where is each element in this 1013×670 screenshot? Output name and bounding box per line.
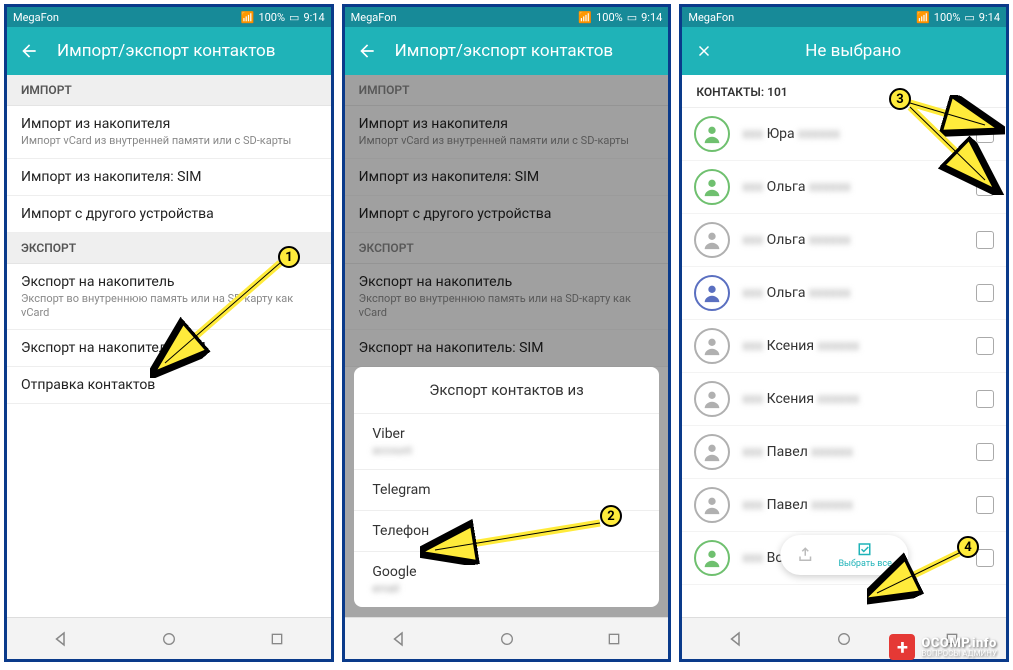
avatar-icon [694, 328, 730, 364]
close-icon[interactable] [694, 41, 714, 61]
annotation-marker-3: 3 [889, 88, 911, 110]
nav-home-icon[interactable] [149, 625, 189, 653]
clock-label: 9:14 [979, 11, 1000, 24]
contact-checkbox[interactable] [976, 496, 994, 514]
contact-checkbox[interactable] [976, 337, 994, 355]
contact-row[interactable]: xxx Павел xxxxxx [682, 479, 1006, 532]
status-bar: MegaFon 📶 100% ▭ 9:14 [7, 7, 331, 27]
watermark-plus-icon: + [889, 634, 915, 660]
avatar-icon [694, 275, 730, 311]
carrier-label: MegaFon [688, 11, 734, 24]
status-bar: MegaFon 📶 100% ▭ 9:14 [345, 7, 669, 27]
contact-row[interactable]: xxx Ксения xxxxxx [682, 320, 1006, 373]
contact-row[interactable]: xxx Ольга xxxxxx [682, 214, 1006, 267]
battery-icon: ▭ [289, 11, 299, 24]
avatar-icon [694, 540, 730, 576]
signal-icon: 📶 [578, 11, 592, 24]
signal-icon: 📶 [916, 11, 930, 24]
avatar-icon [694, 116, 730, 152]
contact-row[interactable]: xxx Павел xxxxxx [682, 426, 1006, 479]
dialog-option-viber[interactable]: Viber account [354, 414, 658, 470]
avatar-icon [694, 487, 730, 523]
battery-icon: ▭ [964, 11, 974, 24]
page-title: Импорт/экспорт контактов [57, 41, 275, 61]
back-arrow-icon[interactable] [357, 41, 377, 61]
nav-back-icon[interactable] [716, 625, 756, 653]
dialog-title: Экспорт контактов из [354, 367, 658, 414]
system-nav-bar [7, 617, 331, 659]
avatar-icon [694, 222, 730, 258]
contact-name-label: xxx Ксения xxxxxx [742, 391, 976, 407]
section-header-import: ИМПОРТ [7, 75, 331, 106]
row-import-sim[interactable]: Импорт из накопителя: SIM [7, 159, 331, 196]
nav-recent-icon[interactable] [257, 625, 297, 653]
nav-back-icon[interactable] [41, 625, 81, 653]
contact-name-label: xxx Ольга xxxxxx [742, 232, 976, 248]
watermark-line2: ВОПРОСЫ АДМИНУ [921, 650, 997, 658]
contact-name-label: xxx Ксения xxxxxx [742, 338, 976, 354]
clock-label: 9:14 [303, 11, 324, 24]
contact-row[interactable]: xxx Ольга xxxxxx [682, 267, 1006, 320]
signal-icon: 📶 [241, 11, 255, 24]
annotation-arrow-2 [420, 515, 610, 565]
battery-label: 100% [258, 11, 285, 24]
system-nav-bar [345, 617, 669, 659]
battery-icon: ▭ [627, 11, 637, 24]
share-icon[interactable] [796, 546, 814, 564]
avatar-icon [694, 434, 730, 470]
annotation-marker-2: 2 [600, 505, 622, 527]
avatar-icon [694, 169, 730, 205]
contact-name-label: xxx Ольга xxxxxx [742, 285, 976, 301]
watermark: + OCOMP.info ВОПРОСЫ АДМИНУ [881, 630, 1005, 664]
contact-name-label: xxx Павел xxxxxx [742, 444, 976, 460]
contact-checkbox[interactable] [976, 549, 994, 567]
nav-home-icon[interactable] [487, 625, 527, 653]
row-import-storage[interactable]: Импорт из накопителя Импорт vCard из вну… [7, 106, 331, 159]
annotation-arrow-3b [905, 105, 1005, 195]
battery-label: 100% [934, 11, 961, 24]
back-arrow-icon[interactable] [19, 41, 39, 61]
carrier-label: MegaFon [351, 11, 397, 24]
contact-checkbox[interactable] [976, 443, 994, 461]
export-source-dialog: Экспорт контактов из Viber account Teleg… [354, 367, 658, 607]
app-header: Импорт/экспорт контактов [7, 27, 331, 75]
contact-checkbox[interactable] [976, 284, 994, 302]
app-header: Импорт/экспорт контактов [345, 27, 669, 75]
page-title: Не выбрано [712, 41, 994, 61]
contact-name-label: xxx Павел xxxxxx [742, 497, 976, 513]
contact-checkbox[interactable] [976, 390, 994, 408]
nav-home-icon[interactable] [824, 625, 864, 653]
annotation-arrow-1 [150, 258, 290, 378]
annotation-marker-4: 4 [957, 536, 979, 558]
avatar-icon [694, 381, 730, 417]
app-header: Не выбрано [682, 27, 1006, 75]
battery-label: 100% [596, 11, 623, 24]
nav-back-icon[interactable] [379, 625, 419, 653]
clock-label: 9:14 [641, 11, 662, 24]
annotation-arrow-4 [867, 548, 967, 608]
row-import-other-device[interactable]: Импорт с другого устройства [7, 196, 331, 233]
contact-checkbox[interactable] [976, 231, 994, 249]
page-title: Импорт/экспорт контактов [395, 41, 613, 61]
watermark-line1: OCOMP.info [921, 637, 997, 650]
contact-row[interactable]: xxx Ксения xxxxxx [682, 373, 1006, 426]
nav-recent-icon[interactable] [594, 625, 634, 653]
carrier-label: MegaFon [13, 11, 59, 24]
annotation-marker-1: 1 [278, 246, 300, 268]
status-bar: MegaFon 📶 100% ▭ 9:14 [682, 7, 1006, 27]
